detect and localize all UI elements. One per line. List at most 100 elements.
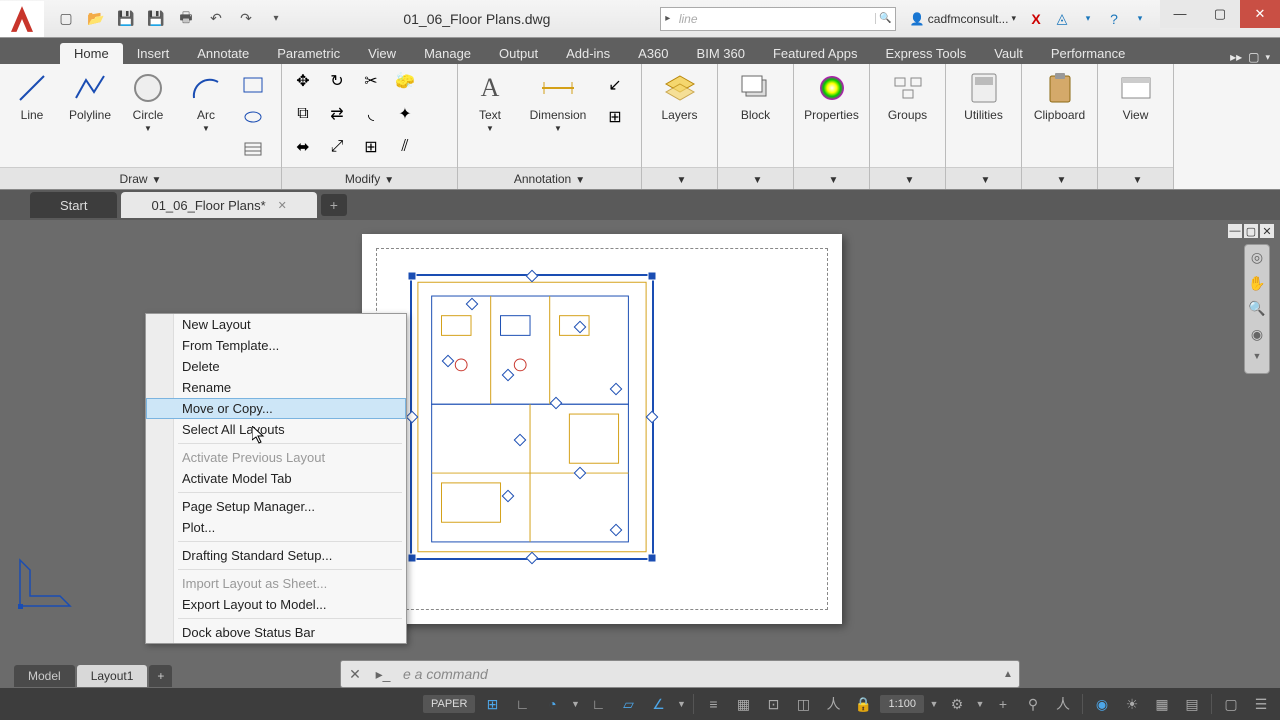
panel-block-title[interactable]: ▼ xyxy=(718,167,793,189)
cmd-history-icon[interactable]: ▲ xyxy=(997,669,1019,680)
ribbon-scroll-icon[interactable]: ▸▸ xyxy=(1230,50,1242,64)
panel-draw-title[interactable]: Draw▼ xyxy=(0,167,281,189)
command-input[interactable]: e a command xyxy=(397,666,997,682)
osnap-icon[interactable]: ▱ xyxy=(615,691,641,717)
tool-move[interactable]: ✥ xyxy=(288,68,318,94)
scale-indicator[interactable]: 1:100 xyxy=(880,695,924,713)
panel-utilities-title[interactable]: ▼ xyxy=(946,167,1021,189)
tool-text[interactable]: A Text ▼ xyxy=(464,68,516,133)
tool-rectangle[interactable] xyxy=(238,72,268,98)
tool-ellipse[interactable] xyxy=(238,104,268,130)
polar-dd-icon[interactable]: ▼ xyxy=(569,691,581,717)
cm-item[interactable]: Page Setup Manager... xyxy=(146,496,406,517)
tool-rotate[interactable]: ↻ xyxy=(322,68,352,94)
tab-annotate[interactable]: Annotate xyxy=(183,43,263,64)
nav-pan-icon[interactable]: ✋ xyxy=(1248,275,1266,293)
gear-icon[interactable]: ⚙ xyxy=(944,691,970,717)
tool-array[interactable]: ⊞ xyxy=(356,134,386,160)
tool-utilities[interactable]: Utilities xyxy=(958,68,1010,122)
tool-viewbase[interactable]: View xyxy=(1110,68,1162,122)
tool-groups[interactable]: Groups xyxy=(882,68,934,122)
cm-item[interactable]: Dock above Status Bar xyxy=(146,622,406,643)
grip-tl[interactable] xyxy=(408,272,417,281)
clean-icon[interactable]: ▢ xyxy=(1218,691,1244,717)
tool-mirror[interactable]: ⇄ xyxy=(322,101,352,127)
tool-dimension[interactable]: Dimension ▼ xyxy=(522,68,594,133)
lock-icon[interactable]: 🔒 xyxy=(850,691,876,717)
open-icon[interactable]: 📂 xyxy=(82,7,110,31)
cm-item[interactable]: Delete xyxy=(146,356,406,377)
close-tab-icon[interactable]: ✕ xyxy=(278,199,287,212)
tool-leader[interactable]: ↙ xyxy=(600,72,630,98)
tab-parametric[interactable]: Parametric xyxy=(263,43,354,64)
tool-polyline[interactable]: Polyline xyxy=(64,68,116,122)
help-split-icon[interactable]: ▾ xyxy=(1076,7,1100,31)
hw-icon[interactable]: ▤ xyxy=(1179,691,1205,717)
am-icon[interactable]: ☀ xyxy=(1119,691,1145,717)
tool-trim[interactable]: ✂ xyxy=(356,68,386,94)
scale-dd-icon[interactable]: ▼ xyxy=(928,691,940,717)
tool-arc[interactable]: Arc ▼ xyxy=(180,68,232,133)
nav-bar[interactable]: ◎ ✋ 🔍 ◉ ▼ xyxy=(1244,244,1270,374)
ann2-icon[interactable]: ⚲ xyxy=(1020,691,1046,717)
tool-stretch[interactable]: ⬌ xyxy=(288,134,318,160)
tab-bim360[interactable]: BIM 360 xyxy=(683,43,759,64)
iso-icon[interactable]: ▦ xyxy=(1149,691,1175,717)
lwt-icon[interactable]: ≡ xyxy=(700,691,726,717)
tab-output[interactable]: Output xyxy=(485,43,552,64)
ws-icon[interactable]: ◉ xyxy=(1089,691,1115,717)
tool-properties[interactable]: Properties xyxy=(800,68,863,122)
file-tab-current[interactable]: 01_06_Floor Plans* ✕ xyxy=(121,192,316,218)
qp-icon[interactable]: ⊡ xyxy=(760,691,786,717)
qat-more-icon[interactable]: ▾ xyxy=(262,7,290,31)
tool-block[interactable]: Block xyxy=(730,68,782,122)
redo-icon[interactable]: ↷ xyxy=(232,7,260,31)
cmd-close-icon[interactable]: ✕ xyxy=(341,666,369,683)
panel-groups-title[interactable]: ▼ xyxy=(870,167,945,189)
tool-table[interactable]: ⊞ xyxy=(600,104,630,130)
tool-erase[interactable]: 🧽 xyxy=(390,68,420,94)
save-icon[interactable]: 💾 xyxy=(112,7,140,31)
tool-offset[interactable]: ⫽ xyxy=(390,134,420,160)
help-icon[interactable]: ? xyxy=(1102,7,1126,31)
tab-featured[interactable]: Featured Apps xyxy=(759,43,872,64)
tpy-icon[interactable]: ▦ xyxy=(730,691,756,717)
vp-close-icon[interactable]: ✕ xyxy=(1260,224,1274,238)
tool-clipboard[interactable]: Clipboard xyxy=(1028,68,1091,122)
minimize-button[interactable]: — xyxy=(1160,0,1200,28)
sc-icon[interactable]: ◫ xyxy=(790,691,816,717)
cm-item[interactable]: Activate Model Tab xyxy=(146,468,406,489)
search-arrow-icon[interactable]: ▸ xyxy=(661,13,675,24)
exchange-icon[interactable]: X xyxy=(1024,7,1048,31)
polar-icon[interactable]: ◔ xyxy=(539,691,565,717)
tab-addins[interactable]: Add-ins xyxy=(552,43,624,64)
panel-view-title[interactable]: ▼ xyxy=(1098,167,1173,189)
custom-icon[interactable]: ☰ xyxy=(1248,691,1274,717)
otrack-dd-icon[interactable]: ▼ xyxy=(675,691,687,717)
nav-more-icon[interactable]: ▼ xyxy=(1248,351,1266,369)
tab-manage[interactable]: Manage xyxy=(410,43,485,64)
help-more-icon[interactable]: ▾ xyxy=(1128,7,1152,31)
gear-dd-icon[interactable]: ▼ xyxy=(974,691,986,717)
tab-performance[interactable]: Performance xyxy=(1037,43,1139,64)
panel-clipboard-title[interactable]: ▼ xyxy=(1022,167,1097,189)
panel-modify-title[interactable]: Modify▼ xyxy=(282,167,457,189)
layout-tab-model[interactable]: Model xyxy=(14,665,75,687)
cm-item[interactable]: From Template... xyxy=(146,335,406,356)
a360-icon[interactable]: ◬ xyxy=(1050,7,1074,31)
cm-item[interactable]: Plot... xyxy=(146,517,406,538)
ann-icon[interactable]: 人 xyxy=(820,691,846,717)
ribbon-panel-icon[interactable]: ▾ xyxy=(1265,52,1270,63)
app-logo[interactable] xyxy=(0,1,44,37)
plot-icon[interactable]: 🖶 xyxy=(172,7,200,31)
new-tab-button[interactable]: + xyxy=(321,194,347,216)
vp-max-icon[interactable]: ▢ xyxy=(1244,224,1258,238)
ortho-icon[interactable]: ∟ xyxy=(585,691,611,717)
tool-circle[interactable]: Circle ▼ xyxy=(122,68,174,133)
tab-vault[interactable]: Vault xyxy=(980,43,1037,64)
nav-zoom-icon[interactable]: 🔍 xyxy=(1248,300,1266,318)
layout-tab-layout1[interactable]: Layout1 xyxy=(77,665,148,687)
cm-item[interactable]: Move or Copy... xyxy=(146,398,406,419)
tab-view[interactable]: View xyxy=(354,43,410,64)
vp-min-icon[interactable]: — xyxy=(1228,224,1242,238)
